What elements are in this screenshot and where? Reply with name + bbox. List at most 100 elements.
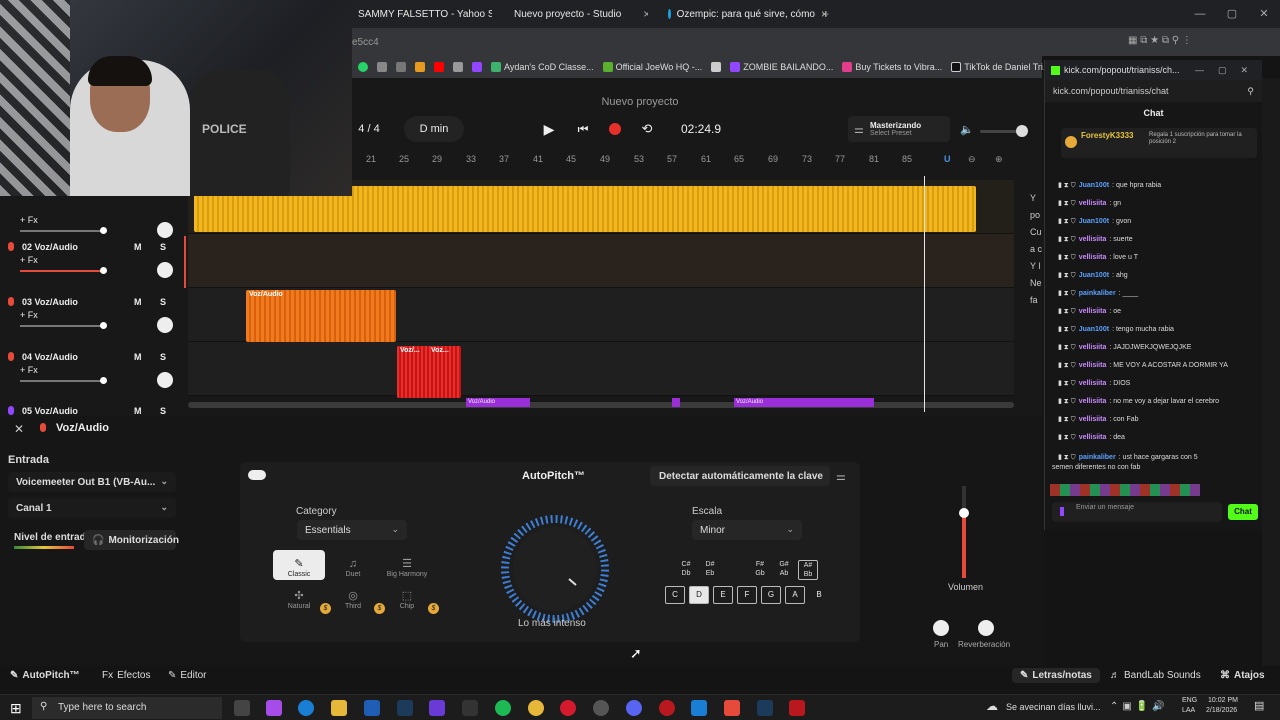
bookmark-tickets[interactable]: Buy Tickets to Vibra... xyxy=(842,62,942,72)
purple-clip[interactable]: Voz/Audio xyxy=(466,398,530,407)
bandlab-sounds-button[interactable]: ♬ BandLab Sounds xyxy=(1110,670,1201,681)
chat-message[interactable]: ▮ ⧗ ⛉ vellisiita: DIOS xyxy=(1058,379,1130,388)
record-icon[interactable] xyxy=(602,116,628,142)
close-tab-icon[interactable]: × xyxy=(643,7,648,21)
loop-icon[interactable]: ⟲ xyxy=(634,116,660,142)
tab-yahoo[interactable]: SAMMY FALSETTO - Yahoo Sea × xyxy=(352,4,492,24)
bookmark-icon-2[interactable] xyxy=(377,62,387,72)
chat-message[interactable]: ▮ ⧗ ⛉ vellisiita: gn xyxy=(1058,199,1121,208)
bookmark-icon-3[interactable] xyxy=(396,62,406,72)
speaker-icon[interactable]: 🔈 xyxy=(958,116,976,142)
channel-select[interactable]: Canal 1 ⌄ xyxy=(8,498,176,518)
mute-solo-buttons[interactable]: M S xyxy=(134,297,174,307)
track-volume-slider[interactable] xyxy=(20,322,107,329)
input-device-select[interactable]: Voicemeeter Out B1 (VB-Au... ⌄ xyxy=(8,472,176,492)
style-third[interactable]: ◎ Third $ xyxy=(327,582,385,614)
chat-message[interactable]: ▮ ⧗ ⛉ vellisiita: dea xyxy=(1058,433,1125,442)
monitoring-button[interactable]: 🎧 Monitorización xyxy=(84,530,179,550)
chat-message[interactable]: ▮ ⧗ ⛉ painkaliber: ust hace gargaras con … xyxy=(1058,453,1198,462)
key-a-sharp[interactable]: A# Bb xyxy=(798,560,818,580)
clock-time[interactable]: 10:02 PM xyxy=(1208,697,1238,704)
timeline-ruler[interactable]: 21 25 29 33 37 41 45 49 53 57 61 65 69 7… xyxy=(352,152,1012,168)
key-b[interactable]: B xyxy=(809,586,829,604)
key-d[interactable]: D xyxy=(689,586,709,604)
new-tab-button[interactable]: + xyxy=(822,4,829,24)
key-a[interactable]: A xyxy=(785,586,805,604)
key-g-sharp[interactable]: G# Ab xyxy=(774,560,794,580)
chat-message[interactable]: ▮ ⧗ ⛉ Juan100t: tengo mucha rabia xyxy=(1058,325,1174,334)
bookmark-youtube[interactable] xyxy=(434,62,444,72)
clock-date[interactable]: 2/18/2026 xyxy=(1206,707,1237,714)
shortcuts-button[interactable]: ⌘ Atajos xyxy=(1220,670,1265,681)
key-f-sharp[interactable]: F# Gb xyxy=(750,560,770,580)
bandlab-icon[interactable] xyxy=(724,700,740,716)
bookmark-icon-6[interactable] xyxy=(453,62,463,72)
steam-icon[interactable] xyxy=(757,700,773,716)
key-selector[interactable]: D min xyxy=(404,116,464,142)
app-red-icon[interactable] xyxy=(659,700,675,716)
address-bar[interactable]: e5cc4 ▦ ⧉ ★ ⧉ ⚲ ⋮ xyxy=(352,28,1280,56)
project-title[interactable]: Nuevo proyecto xyxy=(540,96,740,108)
shield-icon[interactable] xyxy=(691,700,707,716)
key-c-sharp[interactable]: C# Db xyxy=(676,560,696,580)
audio-clip[interactable]: Voz/Audio xyxy=(246,290,396,342)
lyrics-notes-button[interactable]: ✎ Letras/notas xyxy=(1012,668,1100,683)
autopitch-tab[interactable]: ✎ AutoPitch™ xyxy=(10,670,80,681)
effects-tab[interactable]: Fx Efectos xyxy=(102,670,150,681)
chat-message[interactable]: ▮ ⧗ ⛉ vellisiita: ME VOY A ACOSTAR A DORM… xyxy=(1058,361,1228,370)
track-lane-02[interactable] xyxy=(188,234,1014,288)
settings-sliders-icon[interactable]: ⚌ xyxy=(836,470,846,483)
add-fx-button[interactable]: + Fx xyxy=(20,365,38,375)
mastering-button[interactable]: ⚌ Masterizando Select Preset xyxy=(848,116,950,142)
purple-clip-small[interactable] xyxy=(672,398,680,407)
language-indicator[interactable]: ENG xyxy=(1182,697,1197,704)
pan-knob[interactable] xyxy=(157,317,173,333)
timeline-scrollbar[interactable]: Voz/Audio Voz/Audio xyxy=(188,398,1014,408)
discord-icon[interactable] xyxy=(626,700,642,716)
add-fx-button[interactable]: + Fx xyxy=(20,310,38,320)
magnet-icon[interactable]: U xyxy=(944,154,951,164)
voicemeeter-icon[interactable] xyxy=(789,700,805,716)
style-chip[interactable]: ⬚ Chip $ xyxy=(381,582,439,614)
purple-clip[interactable]: Voz/Audio xyxy=(734,398,874,407)
bookmark-twitch[interactable] xyxy=(472,62,482,72)
chat-message[interactable]: ▮ ⧗ ⛉ vellisiita: love u T xyxy=(1058,253,1138,262)
detect-key-button[interactable]: Detectar automáticamente la clave xyxy=(650,466,830,486)
chat-message[interactable]: ▮ ⧗ ⛉ painkaliber: ____ xyxy=(1058,289,1138,298)
bookmark-joewo[interactable]: Official JoeWo HQ -... xyxy=(602,62,702,72)
chat-message[interactable]: ▮ ⧗ ⛉ Juan100t: ahg xyxy=(1058,271,1128,280)
audio-clip[interactable]: Voz/... Voz... xyxy=(397,346,461,398)
chat-input[interactable]: Enviar un mensaje xyxy=(1052,502,1222,522)
copilot-icon[interactable] xyxy=(266,700,282,716)
tray-icons[interactable]: ⌃▣🔋🔊 xyxy=(1110,701,1169,712)
zoom-out-icon[interactable]: ⊖ xyxy=(968,154,976,165)
emote-bar[interactable] xyxy=(1050,484,1200,496)
chat-message[interactable]: ▮ ⧗ ⛉ vellisiita: suerte xyxy=(1058,235,1133,244)
key-f[interactable]: F xyxy=(737,586,757,604)
style-classic[interactable]: ✎ Classic xyxy=(273,550,325,580)
tab-studio[interactable]: Nuevo proyecto - Studio × xyxy=(508,4,648,24)
steam-icon[interactable] xyxy=(397,700,413,716)
chat-message[interactable]: ▮ ⧗ ⛉ Juan100t: que hpra rabia xyxy=(1058,181,1161,190)
chat-message[interactable]: ▮ ⧗ ⛉ vellisiita: con Fab xyxy=(1058,415,1139,424)
minimize-icon[interactable]: — xyxy=(1184,0,1216,28)
obs-icon[interactable] xyxy=(593,700,609,716)
style-natural[interactable]: ✣ Natural $ xyxy=(273,582,331,614)
key-e[interactable]: E xyxy=(713,586,733,604)
chat-message[interactable]: ▮ ⧗ ⛉ vellisiita: no me voy a dejar lavar… xyxy=(1058,397,1219,406)
volume-fader-handle[interactable] xyxy=(959,508,969,518)
chrome-icon[interactable] xyxy=(528,700,544,716)
playhead[interactable] xyxy=(924,176,925,412)
style-big-harmony[interactable]: ☰ Big Harmony xyxy=(381,550,433,580)
key-g[interactable]: G xyxy=(761,586,781,604)
close-icon[interactable]: ✕ xyxy=(1248,0,1280,28)
tab-ozempic[interactable]: Ozempic: para qué sirve, cómo × xyxy=(668,4,828,24)
opera-icon[interactable] xyxy=(560,700,576,716)
key-d-sharp[interactable]: D# Eb xyxy=(700,560,720,580)
editor-tab[interactable]: ✎ Editor xyxy=(168,670,207,681)
taskbar-search[interactable]: ⚲ Type here to search xyxy=(32,697,222,719)
close-panel-icon[interactable]: ✕ xyxy=(14,422,24,436)
store-icon[interactable] xyxy=(429,700,445,716)
chat-message[interactable]: ▮ ⧗ ⛉ vellisiita: oe xyxy=(1058,307,1121,316)
intensity-knob[interactable] xyxy=(496,510,614,628)
